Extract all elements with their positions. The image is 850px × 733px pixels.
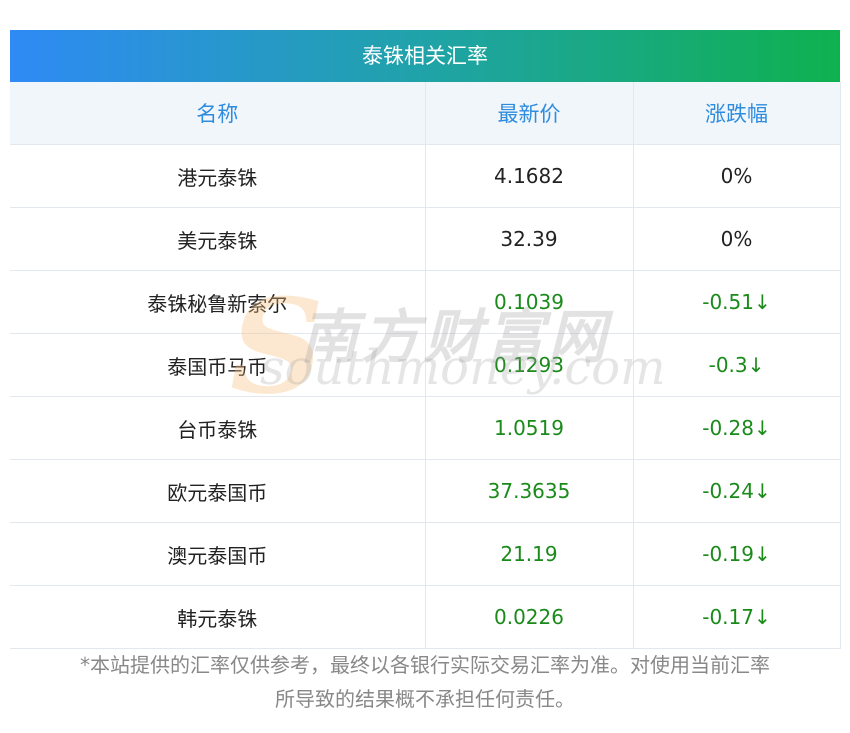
table-header-row: 名称 最新价 涨跌幅 [10, 82, 841, 145]
pair-name[interactable]: 欧元泰国币 [10, 459, 426, 523]
pair-name[interactable]: 港元泰铢 [10, 144, 426, 208]
header-price: 最新价 [425, 82, 634, 145]
pair-name[interactable]: 澳元泰国币 [10, 522, 426, 586]
table-row: 美元泰铢 32.39 0% [10, 207, 841, 271]
pair-price: 1.0519 [425, 396, 634, 460]
table-row: 台币泰铢 1.0519 -0.28↓ [10, 396, 841, 460]
pair-change: -0.28↓ [633, 396, 841, 460]
pair-price: 21.19 [425, 522, 634, 586]
pair-name[interactable]: 韩元泰铢 [10, 585, 426, 649]
header-change: 涨跌幅 [633, 82, 841, 145]
pair-price: 32.39 [425, 207, 634, 271]
table-row: 港元泰铢 4.1682 0% [10, 144, 841, 208]
panel-title: 泰铢相关汇率 [10, 30, 840, 82]
pair-price: 4.1682 [425, 144, 634, 208]
table-row: 韩元泰铢 0.0226 -0.17↓ [10, 585, 841, 649]
rate-panel: 泰铢相关汇率 名称 最新价 涨跌幅 港元泰铢 4.1682 0% 美元泰铢 32… [10, 30, 841, 649]
pair-change: 0% [633, 144, 841, 208]
pair-price: 37.3635 [425, 459, 634, 523]
pair-name[interactable]: 泰国币马币 [10, 333, 426, 397]
pair-change: 0% [633, 207, 841, 271]
pair-change: -0.24↓ [633, 459, 841, 523]
rate-table: 名称 最新价 涨跌幅 港元泰铢 4.1682 0% 美元泰铢 32.39 0% … [10, 82, 841, 649]
table-row: 澳元泰国币 21.19 -0.19↓ [10, 522, 841, 586]
disclaimer: *本站提供的汇率仅供参考，最终以各银行实际交易汇率为准。对使用当前汇率 所导致的… [0, 648, 850, 716]
pair-name[interactable]: 泰铢秘鲁新索尔 [10, 270, 426, 334]
table-row: 泰铢秘鲁新索尔 0.1039 -0.51↓ [10, 270, 841, 334]
table-row: 泰国币马币 0.1293 -0.3↓ [10, 333, 841, 397]
disclaimer-line-1: *本站提供的汇率仅供参考，最终以各银行实际交易汇率为准。对使用当前汇率 [80, 653, 770, 677]
pair-price: 0.0226 [425, 585, 634, 649]
pair-change: -0.3↓ [633, 333, 841, 397]
disclaimer-line-2: 所导致的结果概不承担任何责任。 [275, 687, 575, 711]
pair-change: -0.17↓ [633, 585, 841, 649]
header-name: 名称 [10, 82, 426, 145]
pair-price: 0.1039 [425, 270, 634, 334]
pair-change: -0.51↓ [633, 270, 841, 334]
pair-change: -0.19↓ [633, 522, 841, 586]
pair-name[interactable]: 台币泰铢 [10, 396, 426, 460]
pair-name[interactable]: 美元泰铢 [10, 207, 426, 271]
table-row: 欧元泰国币 37.3635 -0.24↓ [10, 459, 841, 523]
pair-price: 0.1293 [425, 333, 634, 397]
